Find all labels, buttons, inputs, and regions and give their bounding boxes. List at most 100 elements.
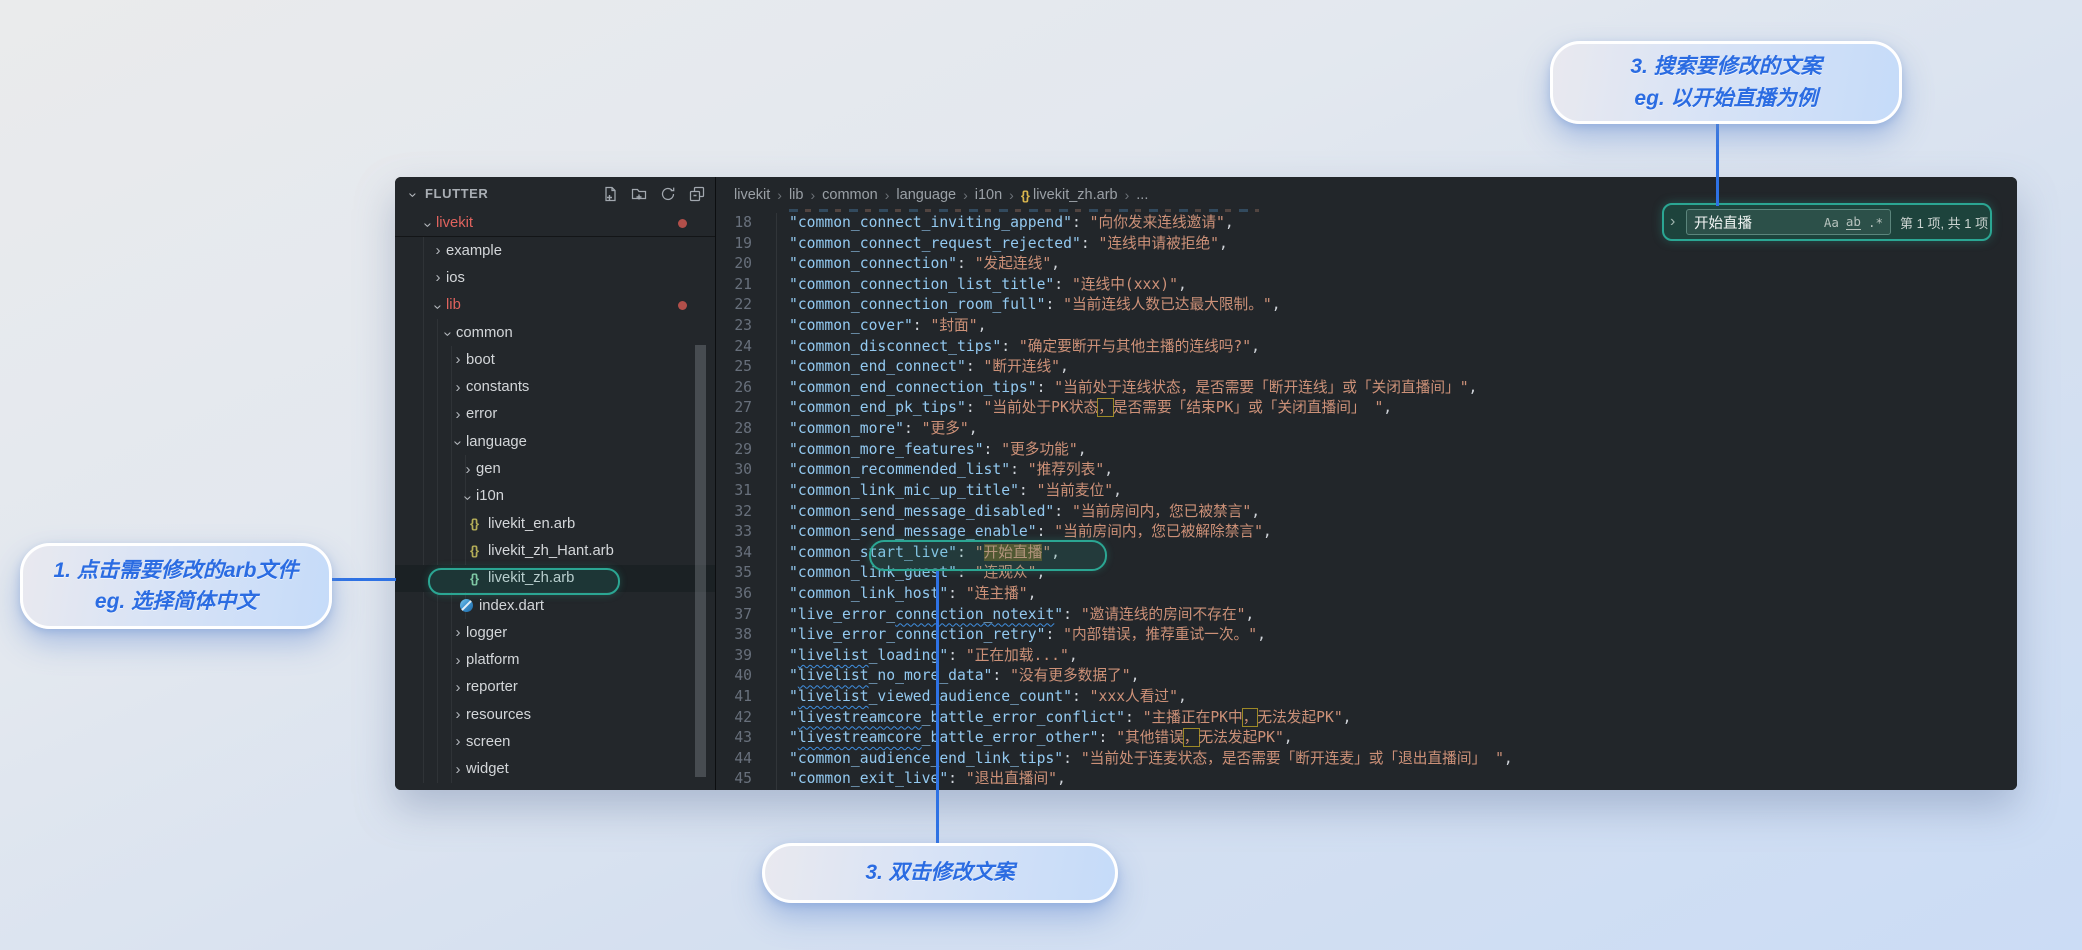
breadcrumb-segment[interactable]: common [822, 187, 878, 203]
chevron-right-icon[interactable]: › [450, 762, 466, 777]
code-token: : [1001, 337, 1019, 355]
chevron-right-icon[interactable]: › [450, 653, 466, 668]
find-toggle-replace-icon[interactable]: › [1670, 213, 1686, 231]
code-line[interactable]: 40 "livelist_no_more_data": "没有更多数据了", [716, 666, 2017, 687]
breadcrumb-segment[interactable]: i10n [975, 187, 1002, 203]
tree-item-error[interactable]: › error [395, 401, 715, 428]
callout-line: eg. 以开始直播为例 [1634, 86, 1818, 110]
collapse-folders-icon[interactable] [689, 186, 705, 202]
tree-item-livekit_zh_Hant.arb[interactable]: {} livekit_zh_Hant.arb [395, 537, 715, 564]
chevron-right-icon[interactable]: › [450, 625, 466, 640]
tree-item-language[interactable]: › language [395, 428, 715, 455]
refresh-icon[interactable] [660, 186, 676, 202]
tree-item-label: livekit_zh.arb [488, 570, 575, 587]
code-line[interactable]: 20 "common_connection": "发起连线", [716, 254, 2017, 275]
code-line[interactable]: 38 "live_error_connection_retry": "内部错误，推… [716, 625, 2017, 646]
find-query-text[interactable]: 开始直播 [1694, 212, 1817, 233]
code-token: " [1242, 337, 1252, 355]
code-line[interactable]: 42 "livestreamcore_battle_error_conflict"… [716, 708, 2017, 729]
chevron-down-icon[interactable]: › [459, 490, 476, 506]
tree-item-index.dart[interactable]: index.dart [395, 592, 715, 619]
chevron-right-icon[interactable]: › [450, 407, 466, 422]
chevron-right-icon[interactable]: › [430, 270, 446, 285]
code-line[interactable]: 44 "common_audience_end_link_tips": "当前处于… [716, 749, 2017, 770]
tree-item-example[interactable]: › example [395, 237, 715, 264]
chevron-down-icon[interactable]: › [449, 435, 466, 451]
chevron-down-icon[interactable]: › [429, 299, 446, 315]
code-token: : [1036, 378, 1055, 396]
tree-root-livekit[interactable]: › livekit [395, 210, 715, 237]
code-line[interactable]: 41 "livelist_viewed_audience_count": "xxx… [716, 687, 2017, 708]
code-line[interactable]: 28 "common_more": "更多", [716, 419, 2017, 440]
tree-item-label: livekit_zh_Hant.arb [488, 542, 614, 559]
code-token: 当前处于连线状态，是否需要「断开连线」或「关闭直播间」 [1063, 378, 1460, 396]
code-line[interactable]: 26 "common_end_connection_tips": "当前处于连线状… [716, 378, 2017, 399]
tree-item-platform[interactable]: › platform [395, 646, 715, 673]
tree-item-i10n[interactable]: › i10n [395, 483, 715, 510]
breadcrumb-segment[interactable]: ... [1136, 187, 1148, 203]
code-line[interactable]: 23 "common_cover": "封面", [716, 316, 2017, 337]
breadcrumb-segment[interactable]: livekit [734, 187, 770, 203]
code-line-text: "common_recommended_list": "推荐列表", [789, 460, 1113, 481]
regex-icon[interactable]: .* [1868, 215, 1883, 230]
code-line[interactable]: 25 "common_end_connect": "断开连线", [716, 357, 2017, 378]
code-line[interactable]: 43 "livestreamcore_battle_error_other": "… [716, 728, 2017, 749]
tree-item-resources[interactable]: › resources [395, 701, 715, 728]
code-line[interactable]: 37 "live_error_connection_notexit": "邀请连线… [716, 605, 2017, 626]
new-folder-icon[interactable] [631, 186, 647, 202]
tree-item-ios[interactable]: › ios [395, 264, 715, 291]
chevron-right-icon[interactable]: › [450, 707, 466, 722]
chevron-down-icon[interactable]: › [439, 326, 456, 342]
code-line[interactable]: 21 "common_connection_list_title": "连线中(x… [716, 275, 2017, 296]
breadcrumb-segment[interactable]: lib [789, 187, 804, 203]
code-line[interactable]: 36 "common_link_host": "连主播", [716, 584, 2017, 605]
breadcrumb-segment[interactable]: language [896, 187, 956, 203]
tree-item-boot[interactable]: › boot [395, 346, 715, 373]
tree-item-label: language [466, 433, 527, 450]
code-line[interactable]: 24 "common_disconnect_tips": "确定要断开与其他主播的… [716, 337, 2017, 358]
tree-item-livekit_zh.arb[interactable]: {} livekit_zh.arb [395, 564, 715, 592]
code-line[interactable]: 32 "common_send_message_disabled": "当前房间内… [716, 502, 2017, 523]
code-token: 当前处于连麦状态，是否需要「断开连麦」或「退出直播间」 [1089, 749, 1496, 767]
new-file-icon[interactable] [602, 186, 618, 202]
code-area[interactable]: 18 "common_connect_inviting_append": "向你发… [716, 213, 2017, 790]
chevron-right-icon[interactable]: › [460, 462, 476, 477]
code-token: 退出直播间 [974, 770, 1049, 788]
sidebar-scrollbar[interactable] [695, 345, 706, 777]
callout-line: 1. 点击需要修改的arb文件 [53, 558, 299, 582]
code-line[interactable]: 22 "common_connection_room_full": "当前连线人数… [716, 295, 2017, 316]
code-token: " [1071, 275, 1081, 293]
match-case-icon[interactable]: Aa [1824, 215, 1839, 230]
code-line[interactable]: 27 "common_end_pk_tips": " 当前处于PK状态，是否需要「结… [716, 398, 2017, 419]
find-input[interactable]: 开始直播 Aa ab .* [1686, 209, 1891, 235]
tree-item-reporter[interactable]: › reporter [395, 674, 715, 701]
tree-item-gen[interactable]: › gen [395, 455, 715, 482]
clipped-line-17 [789, 209, 1259, 212]
code-line[interactable]: 34 "common_start_live": "开始直播", [716, 543, 2017, 564]
tree-item-constants[interactable]: › constants [395, 373, 715, 400]
code-line[interactable]: 45 "common_exit_live": "退出直播间", [716, 769, 2017, 790]
whole-word-icon[interactable]: ab [1845, 214, 1861, 230]
code-line[interactable]: 30 "common_recommended_list": "推荐列表", [716, 460, 2017, 481]
breadcrumb-segment[interactable]: {} livekit_zh.arb [1021, 187, 1118, 203]
code-line[interactable]: 39 "livelist_loading": "正在加载...", [716, 646, 2017, 667]
code-line[interactable]: 33 "common_send_message_enable": "当前房间内，您… [716, 522, 2017, 543]
code-line[interactable]: 35 "common_link_guest": "连观众", [716, 563, 2017, 584]
code-line[interactable]: 29 "common_more_features": "更多功能", [716, 440, 2017, 461]
explorer-section-header[interactable]: › FLUTTER [395, 177, 715, 210]
chevron-right-icon[interactable]: › [450, 352, 466, 367]
code-line[interactable]: 31 "common_link_mic_up_title": "当前麦位", [716, 481, 2017, 502]
chevron-right-icon[interactable]: › [450, 680, 466, 695]
tree-item-lib[interactable]: › lib [395, 292, 715, 319]
tree-item-widget[interactable]: › widget [395, 756, 715, 783]
code-line-text: "common_disconnect_tips": "确定要断开与其他主播的连线… [789, 337, 1260, 358]
tree-item-screen[interactable]: › screen [395, 728, 715, 755]
chevron-right-icon[interactable]: › [450, 734, 466, 749]
tree-item-livekit_en.arb[interactable]: {} livekit_en.arb [395, 510, 715, 537]
tree-item-common[interactable]: › common [395, 319, 715, 346]
code-token: 连观众 [983, 564, 1028, 582]
chevron-right-icon[interactable]: › [450, 380, 466, 395]
chevron-right-icon[interactable]: › [430, 243, 446, 258]
tree-item-logger[interactable]: › logger [395, 619, 715, 646]
code-token: "common_connection_list_title" [789, 275, 1055, 293]
